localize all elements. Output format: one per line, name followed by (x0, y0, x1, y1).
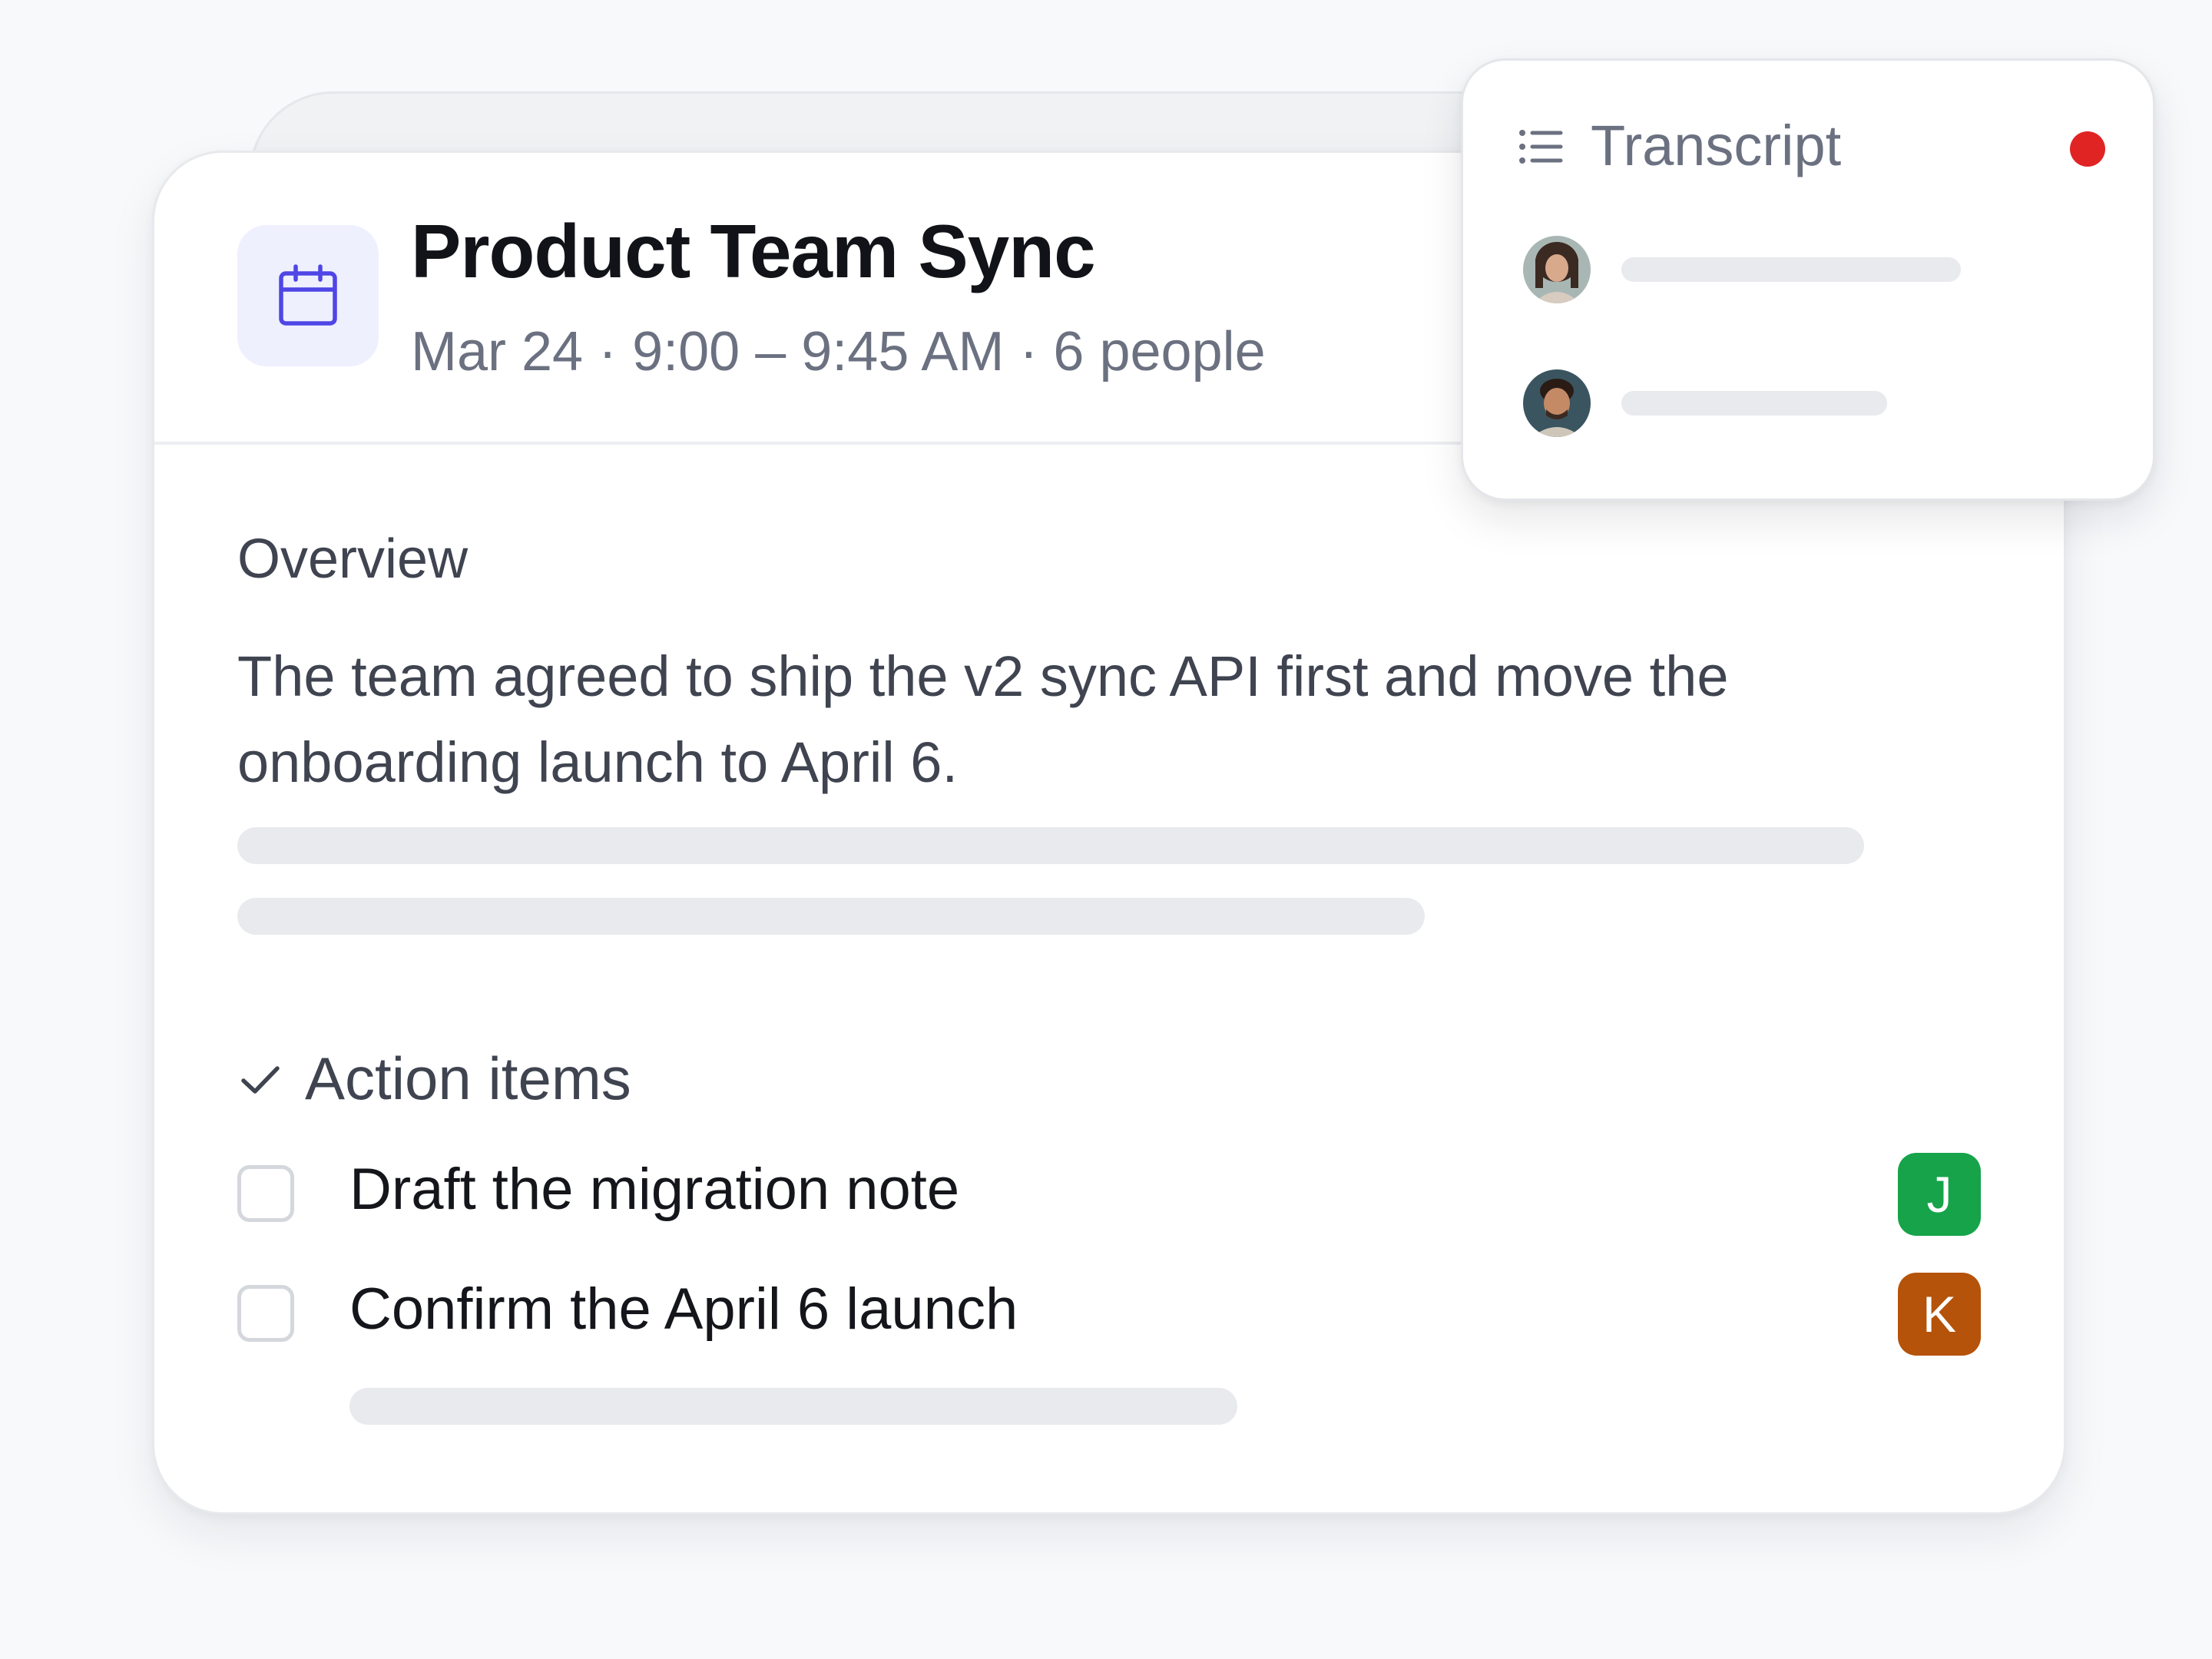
recording-indicator (2070, 131, 2105, 167)
speaker-avatar (1523, 236, 1591, 303)
calendar-icon (279, 264, 337, 326)
transcript-panel[interactable]: Transcript (1461, 58, 2155, 501)
action-item-checkbox[interactable] (237, 1285, 294, 1342)
action-items-label: Action items (305, 1045, 631, 1112)
speaker-avatar (1523, 369, 1591, 437)
action-item-text: Draft the migration note (349, 1157, 960, 1222)
transcript-skeleton-line (1621, 391, 1887, 416)
overview-label: Overview (237, 528, 469, 590)
meeting-title: Product Team Sync (411, 209, 1096, 293)
meeting-meta: Mar 24 · 9:00 – 9:45 AM · 6 people (411, 321, 1266, 382)
transcript-skeleton-line (1621, 257, 1961, 282)
action-item: Draft the migration note J (237, 1153, 1981, 1236)
assignee-avatar[interactable]: K (1898, 1273, 1981, 1356)
transcript-title: Transcript (1591, 114, 1842, 177)
skeleton-line (349, 1388, 1237, 1425)
action-item-checkbox[interactable] (237, 1165, 294, 1222)
action-items-header: Action items (237, 1044, 631, 1114)
overview-text: The team agreed to ship the v2 sync API … (237, 644, 1729, 794)
skeleton-line (237, 827, 1864, 864)
assignee-avatar[interactable]: J (1898, 1153, 1981, 1236)
calendar-tile (237, 225, 379, 366)
action-item-text: Confirm the April 6 launch (349, 1277, 1018, 1342)
stage: Product Team Sync Mar 24 · 9:00 – 9:45 A… (0, 0, 2212, 1659)
action-item: Confirm the April 6 launch K (237, 1273, 1981, 1356)
check-icon (241, 1065, 280, 1094)
skeleton-line (237, 898, 1425, 935)
list-icon (1519, 130, 1563, 164)
